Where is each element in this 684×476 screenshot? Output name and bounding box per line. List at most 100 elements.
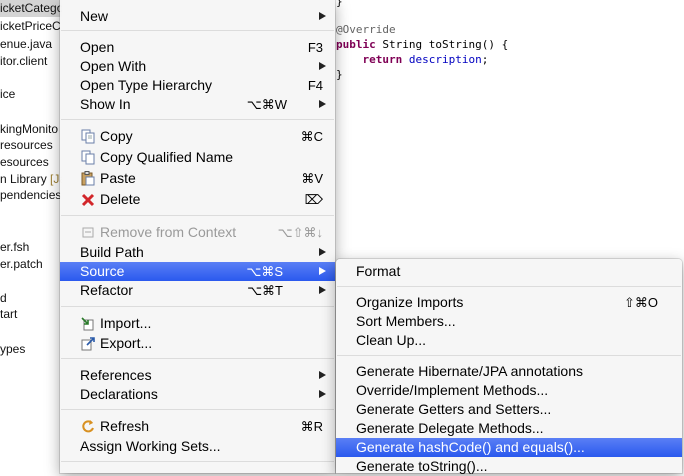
menu-item-label: Generate Delegate Methods... <box>356 420 544 436</box>
tree-item-label: resources <box>0 138 53 152</box>
delete-icon <box>81 193 95 207</box>
menu-item-label: Open <box>80 39 115 55</box>
menu-item-label: Source <box>80 263 125 279</box>
menu-item-shortcut: F4 <box>307 78 323 93</box>
menu-item-label: Sort Members... <box>356 313 456 329</box>
tree-item[interactable]: kingMonito <box>0 121 58 137</box>
submenu-arrow-icon <box>319 100 326 108</box>
menu-item-label: References <box>80 367 152 383</box>
menu-item-assign-working-sets[interactable]: Assign Working Sets... <box>60 437 335 456</box>
menu-item-source[interactable]: Source ⌥⌘S <box>60 262 335 281</box>
menu-item-generate-delegate[interactable]: Generate Delegate Methods... <box>336 419 682 438</box>
menu-separator <box>61 409 334 410</box>
menu-item-refresh[interactable]: Refresh ⌘R <box>60 417 335 436</box>
tree-item-label: tart <box>0 307 18 321</box>
menu-item-declarations[interactable]: Declarations <box>60 385 335 404</box>
code-line: @Override <box>336 22 396 37</box>
menu-item-paste[interactable]: Paste ⌘V <box>60 169 335 188</box>
tree-item-label: ypes <box>0 342 26 356</box>
tree-item[interactable]: pendencies <box>0 187 61 203</box>
paste-icon <box>81 171 95 186</box>
tree-item-label: itor.client <box>0 54 48 68</box>
copy-icon <box>81 129 95 144</box>
menu-item-copy[interactable]: Copy ⌘C <box>60 127 335 146</box>
tree-item-label: n Library <box>0 172 51 186</box>
menu-item-label: Generate Getters and Setters... <box>356 401 552 417</box>
menu-separator <box>337 286 681 287</box>
menu-item-shortcut: ⌥⌘T <box>247 283 283 298</box>
menu-item-label: New <box>80 8 109 24</box>
menu-item-label: Remove from Context <box>100 224 237 240</box>
tree-item[interactable]: d <box>0 290 7 306</box>
menu-item-sort-members[interactable]: Sort Members... <box>336 312 682 331</box>
tree-item[interactable]: itor.client <box>0 53 47 69</box>
tree-item[interactable]: tart <box>0 306 17 322</box>
tree-item[interactable]: er.fsh <box>0 239 29 255</box>
annotation: @Override <box>336 23 396 36</box>
tree-item-label: icketPriceC <box>0 19 61 33</box>
code-line: } <box>336 0 343 9</box>
tree-item[interactable]: icketCatego <box>0 0 62 16</box>
tree-item-label: er.patch <box>0 257 43 271</box>
menu-item-delete[interactable]: Delete ⌦ <box>60 190 335 209</box>
menu-item-show-in[interactable]: Show In ⌥⌘W <box>60 95 335 114</box>
menu-item-import[interactable]: Import... <box>60 314 335 333</box>
tree-item-label: ice <box>0 87 16 101</box>
menu-item-generate-hibernate-jpa[interactable]: Generate Hibernate/JPA annotations <box>336 362 682 381</box>
menu-item-organize-imports[interactable]: Organize Imports ⇧⌘O <box>336 293 682 312</box>
tree-item[interactable]: er.patch <box>0 256 43 272</box>
menu-item-label: Override/Implement Methods... <box>356 382 549 398</box>
tree-item[interactable]: esources <box>0 154 49 170</box>
menu-item-references[interactable]: References <box>60 366 335 385</box>
menu-item-label: Refactor <box>80 282 133 298</box>
menu-item-label: Export... <box>100 335 153 351</box>
menu-separator <box>61 30 334 31</box>
menu-item-shortcut: ⌘R <box>300 419 323 434</box>
tree-item[interactable]: ice <box>0 86 15 102</box>
menu-item-label: Clean Up... <box>356 332 427 348</box>
menu-item-label: Declarations <box>80 386 158 402</box>
tree-item[interactable]: ypes <box>0 341 25 357</box>
menu-item-label: Organize Imports <box>356 294 464 310</box>
menu-item-override-implement[interactable]: Override/Implement Methods... <box>336 381 682 400</box>
menu-item-generate-tostring[interactable]: Generate toString()... <box>336 457 682 476</box>
menu-item-label: Refresh <box>100 418 150 434</box>
menu-item-remove-from-context: Remove from Context ⌥⇧⌘↓ <box>60 223 335 242</box>
submenu-arrow-icon <box>319 12 326 20</box>
menu-item-generate-getters-setters[interactable]: Generate Getters and Setters... <box>336 400 682 419</box>
menu-item-new[interactable]: New <box>60 7 335 26</box>
keyword: return <box>362 53 403 66</box>
submenu-arrow-icon <box>319 248 326 256</box>
menu-item-shortcut: ⌘V <box>301 171 323 186</box>
tree-item-label: d <box>0 291 7 305</box>
menu-item-shortcut: ⌥⌘S <box>246 264 283 279</box>
tree-item[interactable]: enue.java <box>0 36 52 52</box>
menu-item-export[interactable]: Export... <box>60 334 335 353</box>
menu-item-generate-hashcode-equals[interactable]: Generate hashCode() and equals()... <box>336 438 682 457</box>
menu-item-label: Assign Working Sets... <box>80 438 221 454</box>
menu-item-copy-qualified-name[interactable]: Copy Qualified Name <box>60 148 335 167</box>
closing-brace: } <box>336 0 343 8</box>
menu-separator <box>61 306 334 307</box>
menu-item-label: Generate hashCode() and equals()... <box>356 439 585 455</box>
tree-item[interactable]: n Library [Ja <box>0 171 62 187</box>
submenu-arrow-icon <box>319 62 326 70</box>
menu-item-refactor[interactable]: Refactor ⌥⌘T <box>60 281 335 300</box>
tree-item[interactable]: icketPriceC <box>0 18 61 34</box>
menu-item-open-with[interactable]: Open With <box>60 57 335 76</box>
code-line: } <box>336 67 343 82</box>
menu-item-format[interactable]: Format <box>336 262 682 281</box>
menu-item-label: Generate Hibernate/JPA annotations <box>356 363 584 379</box>
menu-item-clean-up[interactable]: Clean Up... <box>336 331 682 350</box>
menu-item-shortcut: ⌥⇧⌘↓ <box>277 225 323 240</box>
menu-item-label: Format <box>356 263 401 279</box>
code-line: return description; <box>336 52 489 67</box>
submenu-arrow-icon <box>319 371 326 379</box>
menu-separator <box>61 119 334 120</box>
menu-item-open-type-hierarchy[interactable]: Open Type Hierarchy F4 <box>60 76 335 95</box>
menu-item-label: Show In <box>80 96 131 112</box>
menu-item-open[interactable]: Open F3 <box>60 38 335 57</box>
tree-item[interactable]: resources <box>0 137 53 153</box>
menu-item-build-path[interactable]: Build Path <box>60 243 335 262</box>
menu-item-label: Paste <box>100 170 136 186</box>
